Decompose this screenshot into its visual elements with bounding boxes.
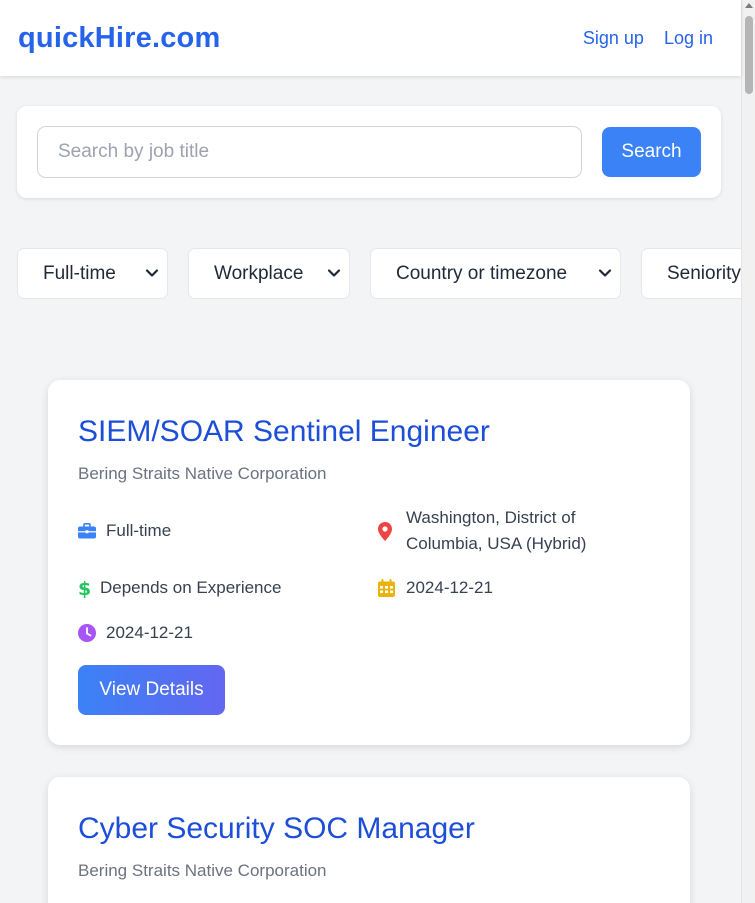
search-button[interactable]: Search: [602, 127, 701, 177]
dollar-icon: $: [78, 575, 92, 601]
site-logo[interactable]: quickHire.com: [18, 22, 220, 55]
calendar-icon: [378, 575, 398, 601]
filter-country-timezone[interactable]: Country or timezone: [370, 248, 621, 299]
top-navbar: quickHire.com Sign up Log in: [0, 0, 741, 76]
location-line-1: Washington, District of: [406, 508, 576, 527]
page-scrollbar[interactable]: [741, 0, 755, 903]
search-panel: Search: [17, 106, 721, 198]
job-date: 2024-12-21: [378, 575, 493, 601]
chevron-down-icon: [145, 269, 159, 277]
location-pin-icon: [378, 505, 398, 557]
job-type: Full-time: [78, 518, 171, 544]
scroll-thumb[interactable]: [745, 16, 753, 94]
filter-label: Workplace: [214, 262, 304, 284]
salary-text: Depends on Experience: [100, 578, 282, 597]
filter-label: Country or timezone: [396, 262, 568, 284]
job-title[interactable]: Cyber Security SOC Manager: [78, 812, 475, 846]
job-type-text: Full-time: [106, 521, 172, 540]
briefcase-icon: [78, 518, 98, 544]
job-salary: $ Depends on Experience: [78, 575, 281, 601]
clock-icon: [78, 620, 98, 646]
chevron-down-icon: [598, 269, 612, 277]
filter-label: Full-time: [43, 262, 116, 284]
signup-link[interactable]: Sign up: [583, 28, 644, 49]
chevron-down-icon: [327, 269, 341, 277]
company-name: Bering Straits Native Corporation: [78, 861, 327, 880]
filter-workplace[interactable]: Workplace: [188, 248, 350, 299]
job-title[interactable]: SIEM/SOAR Sentinel Engineer: [78, 415, 490, 449]
date-text: 2024-12-21: [406, 578, 493, 597]
scroll-up-icon[interactable]: [745, 3, 753, 8]
posted-text: 2024-12-21: [106, 623, 193, 642]
filter-employment-type[interactable]: Full-time: [17, 248, 168, 299]
company-name: Bering Straits Native Corporation: [78, 464, 327, 483]
svg-text:$: $: [78, 578, 90, 598]
location-line-2: Columbia, USA (Hybrid): [406, 534, 587, 553]
view-details-button[interactable]: View Details: [78, 665, 225, 715]
job-posted: 2024-12-21: [78, 620, 193, 646]
job-card: SIEM/SOAR Sentinel Engineer Bering Strai…: [48, 380, 690, 745]
filter-seniority[interactable]: Seniority: [641, 248, 741, 299]
auth-nav: Sign up Log in: [583, 28, 713, 49]
filter-label: Seniority: [667, 262, 741, 284]
filter-bar: Full-time Workplace Country or timezone …: [17, 248, 741, 299]
login-link[interactable]: Log in: [664, 28, 713, 49]
job-location: Washington, District of Columbia, USA (H…: [378, 505, 586, 557]
job-search-input[interactable]: [37, 126, 582, 178]
job-card: Cyber Security SOC Manager Bering Strait…: [48, 777, 690, 903]
